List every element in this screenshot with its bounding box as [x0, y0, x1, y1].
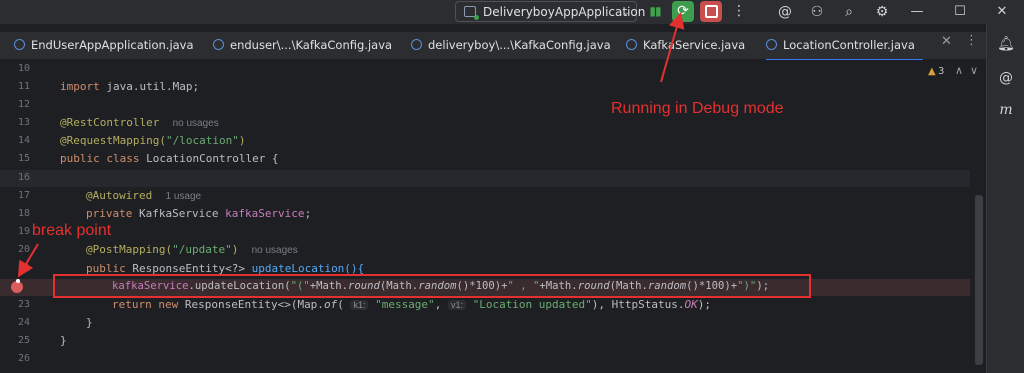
m-icon[interactable]: m: [996, 100, 1016, 120]
maximize-button[interactable]: ☐: [940, 0, 980, 24]
notifications-icon[interactable]: 🔔︎: [996, 34, 1016, 54]
title-toolbar: DeliveryboyAppApplication ⌄ ▮▮ ⟳ ⋮ @ ⚇ ⌕…: [0, 0, 1024, 24]
class-icon: [626, 39, 637, 50]
debug-mode-annotation: Running in Debug mode: [611, 100, 784, 117]
line-number: 10: [17, 63, 30, 74]
line-number: 23: [17, 299, 30, 310]
minimize-button[interactable]: —: [897, 0, 937, 24]
warning-icon[interactable]: ▲: [928, 66, 936, 77]
run-configuration-selector[interactable]: DeliveryboyAppApplication ⌄: [455, 1, 645, 22]
class-icon: [14, 39, 25, 50]
tab-kafka-service[interactable]: KafkaService.java: [626, 32, 745, 59]
breakpoint-annotation: break point: [32, 222, 112, 239]
ai-assistant-icon[interactable]: @: [774, 1, 796, 23]
line-number: 20: [17, 244, 30, 255]
code-line-25[interactable]: }: [86, 316, 93, 329]
line-number: 11: [17, 81, 30, 92]
code-line-15[interactable]: public class LocationController {: [60, 152, 279, 165]
code-line-22[interactable]: public ResponseEntity<?> updateLocation(…: [86, 262, 364, 275]
code-line-24[interactable]: return new ResponseEntity<>(Map.of( k1: …: [112, 298, 711, 311]
line-number: 14: [17, 135, 30, 146]
tab-enduser-kafka-config[interactable]: enduser\...\KafkaConfig.java: [213, 32, 392, 59]
param-hint: v1:: [447, 300, 466, 310]
code-editor[interactable]: ▲ 3 ∧ ∨ 10 11 12 13 14 15 16 17 18 19 20…: [0, 60, 986, 373]
tab-location-controller[interactable]: LocationController.java: [766, 32, 923, 61]
next-highlight-icon[interactable]: ∨: [970, 64, 978, 77]
code-line-26[interactable]: }: [60, 334, 67, 347]
ai-chat-icon[interactable]: @: [996, 68, 1016, 88]
tab-end-user-app-application[interactable]: EndUserAppApplication.java: [14, 32, 194, 59]
class-icon: [213, 39, 224, 50]
breakpoint-icon[interactable]: [11, 279, 23, 293]
param-hint: k1:: [350, 300, 369, 310]
right-tool-sidebar: 🔔︎ @ m: [986, 24, 1024, 373]
code-line-18[interactable]: @Autowired 1 usage: [86, 189, 201, 202]
add-user-icon[interactable]: ⚇: [806, 1, 828, 23]
debug-rerun-icon[interactable]: ⟳: [672, 1, 694, 22]
search-icon[interactable]: ⌕: [838, 1, 860, 23]
code-line-13[interactable]: @RestController no usages: [60, 116, 219, 129]
stop-icon: [704, 5, 718, 18]
line-number: 19: [17, 226, 30, 237]
line-number: 18: [17, 208, 30, 219]
code-line-14[interactable]: @RequestMapping("/location"): [60, 134, 245, 147]
current-line-highlight: [0, 170, 970, 187]
run-config-icon: [464, 6, 479, 20]
stop-button[interactable]: [700, 1, 722, 22]
more-tabs-icon[interactable]: ⋮: [965, 33, 978, 48]
line-number: 17: [17, 190, 30, 201]
code-line-23[interactable]: kafkaService.updateLocation("("+Math.rou…: [112, 280, 769, 292]
line-number: 26: [17, 353, 30, 364]
tab-deliveryboy-kafka-config[interactable]: deliveryboy\...\KafkaConfig.java: [411, 32, 611, 59]
close-window-button[interactable]: ✕: [982, 0, 1022, 24]
line-number: 13: [17, 117, 30, 128]
editor-tab-bar: EndUserAppApplication.java enduser\...\K…: [0, 32, 986, 61]
inspection-count: 3: [938, 66, 945, 77]
more-actions-icon[interactable]: ⋮: [728, 1, 750, 22]
line-number: 25: [17, 335, 30, 346]
usage-hint: no usages: [172, 118, 219, 129]
code-line-21[interactable]: @PostMapping("/update") no usages: [86, 243, 298, 256]
gear-icon[interactable]: ⚙: [871, 1, 893, 23]
line-number: 24: [17, 317, 30, 328]
pause-icon[interactable]: ▮▮: [644, 1, 666, 22]
code-line-11[interactable]: import java.util.Map;: [60, 80, 199, 93]
code-line-19[interactable]: private KafkaService kafkaService;: [86, 207, 311, 220]
line-number: 21: [17, 263, 30, 274]
usage-hint: 1 usage: [165, 191, 202, 202]
editor-scrollbar[interactable]: [975, 195, 983, 365]
close-tab-icon[interactable]: ✕: [941, 34, 952, 49]
class-icon: [766, 39, 777, 50]
line-number: 12: [17, 99, 30, 110]
prev-highlight-icon[interactable]: ∧: [955, 64, 963, 77]
line-number: 16: [17, 172, 30, 183]
class-icon: [411, 39, 422, 50]
usage-hint: no usages: [251, 245, 298, 256]
chevron-down-icon: ⌄: [621, 7, 630, 18]
line-number: 15: [17, 153, 30, 164]
